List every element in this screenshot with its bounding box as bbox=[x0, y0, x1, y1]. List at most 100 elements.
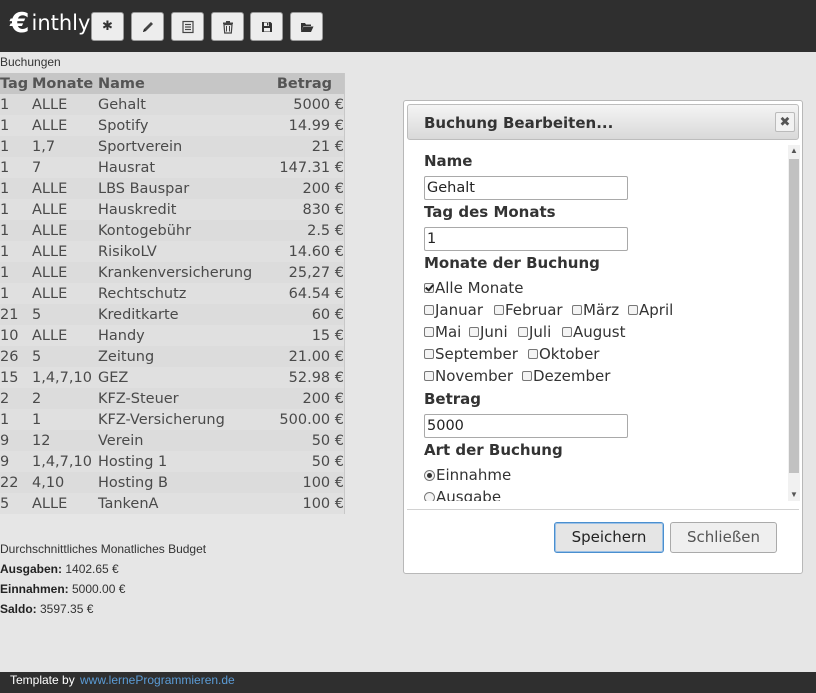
name-input[interactable] bbox=[424, 176, 628, 200]
month-checkbox-dezember[interactable]: Dezember bbox=[522, 367, 610, 385]
schliessen-button[interactable]: Schließen bbox=[670, 522, 777, 553]
table-row[interactable]: 21 5 Kreditkarte 60 € bbox=[0, 304, 345, 325]
checkbox-icon bbox=[469, 327, 479, 337]
summary-saldo: Saldo: 3597.35 € bbox=[0, 599, 206, 619]
table-row[interactable]: 22 4,10 Hosting B 100 € bbox=[0, 472, 345, 493]
table-row[interactable]: 1 ALLE Gehalt 5000 € bbox=[0, 94, 345, 115]
footer-link[interactable]: www.lerneProgrammieren.de bbox=[80, 673, 235, 687]
cell-monate: ALLE bbox=[32, 283, 98, 304]
table-row[interactable]: 9 1,4,7,10 Hosting 1 50 € bbox=[0, 451, 345, 472]
cell-monate: ALLE bbox=[32, 115, 98, 136]
cell-betrag: 15 € bbox=[258, 325, 345, 346]
bookings-table-body: 1 ALLE Gehalt 5000 €1 ALLE Spotify 14.99 €1 1,7… bbox=[0, 94, 345, 514]
table-row[interactable]: 1 ALLE Hauskredit 830 € bbox=[0, 199, 345, 220]
cell-tag: 1 bbox=[0, 180, 10, 197]
table-row[interactable]: 2 2 KFZ-Steuer 200 € bbox=[0, 388, 345, 409]
scroll-down-arrow-icon[interactable]: ▼ bbox=[788, 489, 800, 501]
save-button[interactable] bbox=[250, 12, 283, 41]
cell-name: Hauskredit bbox=[98, 199, 258, 220]
table-row[interactable]: 1 ALLE Kontogebühr 2.5 € bbox=[0, 220, 345, 241]
month-checkbox-juni[interactable]: Juni bbox=[469, 323, 508, 341]
column-header-monate[interactable]: Monate bbox=[32, 73, 98, 94]
radio-einnahme[interactable]: Einnahme bbox=[424, 466, 511, 484]
column-header-betrag[interactable]: Betrag bbox=[258, 73, 345, 94]
cell-name: Handy bbox=[98, 325, 258, 346]
top-bar: €inthly ✱ bbox=[0, 0, 816, 52]
cell-betrag: 52.98 € bbox=[258, 367, 345, 388]
table-row[interactable]: 1 7 Hausrat 147.31 € bbox=[0, 157, 345, 178]
list-button[interactable] bbox=[171, 12, 204, 41]
table-row[interactable]: 10 ALLE Handy 15 € bbox=[0, 325, 345, 346]
table-row[interactable]: 1 ALLE Rechtschutz 64.54 € bbox=[0, 283, 345, 304]
month-checkbox-maerz[interactable]: März bbox=[572, 301, 619, 319]
table-row[interactable]: 26 5 Zeitung 21.00 € bbox=[0, 346, 345, 367]
tag-input[interactable] bbox=[424, 227, 628, 251]
cell-tag: 1 bbox=[0, 96, 10, 113]
month-checkbox-august[interactable]: August bbox=[562, 323, 626, 341]
monate-label: Monate der Buchung bbox=[424, 254, 600, 272]
cell-name: Rechtschutz bbox=[98, 283, 258, 304]
table-row[interactable]: 1 ALLE Krankenversicherung 25,27 € bbox=[0, 262, 345, 283]
scrollbar-thumb[interactable] bbox=[789, 159, 799, 473]
ausgabe-label: Ausgabe bbox=[436, 488, 502, 501]
cell-monate: ALLE bbox=[32, 199, 98, 220]
month-checkbox-oktober[interactable]: Oktober bbox=[528, 345, 599, 363]
table-row[interactable]: 1 1,7 Sportverein 21 € bbox=[0, 136, 345, 157]
month-checkbox-mai[interactable]: Mai bbox=[424, 323, 461, 341]
delete-button[interactable] bbox=[211, 12, 244, 41]
cell-monate: 4,10 bbox=[32, 474, 65, 491]
month-checkbox-september[interactable]: September bbox=[424, 345, 518, 363]
app-logo[interactable]: €inthly bbox=[10, 6, 90, 39]
month-checkbox-januar[interactable]: Januar bbox=[424, 301, 483, 319]
cell-tag: 26 bbox=[0, 348, 19, 365]
dialog-titlebar[interactable]: Buchung Bearbeiten... ✖ bbox=[407, 104, 799, 140]
cell-name: Spotify bbox=[98, 115, 258, 136]
asterisk-icon: ✱ bbox=[102, 19, 113, 34]
cell-name: KFZ-Steuer bbox=[98, 390, 179, 407]
table-row[interactable]: 1 ALLE LBS Bauspar 200 € bbox=[0, 178, 345, 199]
edit-button[interactable] bbox=[131, 12, 164, 41]
column-header-tag[interactable]: Tag bbox=[0, 73, 32, 94]
dialog-scrollbar[interactable]: ▲ ▼ bbox=[788, 145, 800, 501]
table-row[interactable]: 1 ALLE RisikoLV 14.60 € bbox=[0, 241, 345, 262]
table-row[interactable]: 1 1 KFZ-Versicherung 500.00 € bbox=[0, 409, 345, 430]
cell-betrag: 60 € bbox=[311, 306, 344, 323]
einnahme-label: Einnahme bbox=[436, 466, 512, 484]
cell-monate: 5 bbox=[32, 348, 42, 365]
name-label: Name bbox=[424, 152, 473, 170]
month-label: Mai bbox=[435, 323, 462, 341]
close-icon[interactable]: ✖ bbox=[775, 112, 795, 132]
table-row[interactable]: 15 1,4,7,10 GEZ 52.98 € bbox=[0, 367, 345, 388]
table-row[interactable]: 9 12 Verein 50 € bbox=[0, 430, 345, 451]
cell-monate: ALLE bbox=[32, 241, 98, 262]
euro-logo-icon: € bbox=[10, 6, 30, 39]
alle-monate-checkbox[interactable]: Alle Monate bbox=[424, 279, 524, 297]
speichern-button[interactable]: Speichern bbox=[554, 522, 664, 553]
month-label: Januar bbox=[435, 301, 483, 319]
month-checkbox-juli[interactable]: Juli bbox=[518, 323, 551, 341]
cell-tag: 1 bbox=[0, 241, 32, 262]
table-row[interactable]: 5 ALLE TankenA 100 € bbox=[0, 493, 345, 514]
column-header-name[interactable]: Name bbox=[98, 73, 258, 94]
cell-monate: 1,4,7,10 bbox=[32, 367, 98, 388]
cell-name: LBS Bauspar bbox=[98, 180, 190, 197]
new-button[interactable]: ✱ bbox=[91, 12, 124, 41]
cell-tag: 1 bbox=[0, 157, 32, 178]
cell-tag: 10 bbox=[0, 325, 32, 346]
month-checkbox-februar[interactable]: Februar bbox=[494, 301, 563, 319]
radio-ausgabe[interactable]: Ausgabe bbox=[424, 488, 501, 501]
betrag-input[interactable] bbox=[424, 414, 628, 438]
checkbox-icon bbox=[424, 371, 434, 381]
scroll-up-arrow-icon[interactable]: ▲ bbox=[788, 145, 800, 157]
open-button[interactable] bbox=[290, 12, 323, 41]
checkbox-icon bbox=[562, 327, 572, 337]
cell-name: Krankenversicherung bbox=[98, 264, 253, 281]
month-checkbox-november[interactable]: November bbox=[424, 367, 513, 385]
folder-open-icon bbox=[300, 22, 313, 32]
edit-booking-dialog: Buchung Bearbeiten... ✖ Name Tag des Mon… bbox=[403, 100, 803, 574]
cell-monate: 1,4,7,10 bbox=[32, 451, 98, 472]
table-header-row: Tag Monate Name Betrag bbox=[0, 73, 345, 94]
month-checkbox-april[interactable]: April bbox=[628, 301, 673, 319]
table-row[interactable]: 1 ALLE Spotify 14.99 € bbox=[0, 115, 345, 136]
cell-tag: 1 bbox=[0, 283, 32, 304]
